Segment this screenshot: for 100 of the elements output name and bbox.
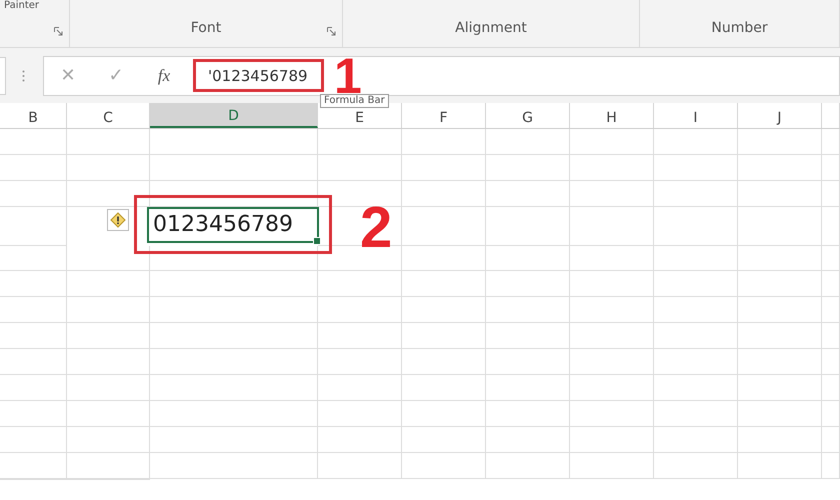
table-cell[interactable] <box>150 297 318 323</box>
table-cell[interactable] <box>654 427 738 453</box>
table-cell[interactable] <box>67 271 150 297</box>
dialog-launcher-icon[interactable] <box>54 27 63 36</box>
table-cell[interactable] <box>318 323 402 349</box>
table-cell[interactable] <box>150 427 318 453</box>
table-cell[interactable] <box>67 297 150 323</box>
column-header[interactable]: D <box>150 103 318 128</box>
table-cell[interactable] <box>150 129 318 155</box>
table-cell[interactable] <box>654 271 738 297</box>
table-cell[interactable] <box>570 181 654 207</box>
table-cell[interactable] <box>654 129 738 155</box>
table-cell[interactable] <box>486 271 570 297</box>
table-cell[interactable] <box>822 246 840 271</box>
table-cell[interactable] <box>318 401 402 427</box>
table-cell[interactable] <box>402 207 486 246</box>
table-cell[interactable] <box>67 246 150 271</box>
table-cell[interactable] <box>150 271 318 297</box>
table-cell[interactable] <box>150 453 318 479</box>
table-cell[interactable] <box>318 349 402 375</box>
table-cell[interactable] <box>486 246 570 271</box>
table-cell[interactable] <box>822 181 840 207</box>
table-cell[interactable] <box>67 453 150 479</box>
table-cell[interactable] <box>738 271 822 297</box>
table-cell[interactable] <box>654 297 738 323</box>
table-cell[interactable] <box>318 375 402 401</box>
table-cell[interactable] <box>654 207 738 246</box>
table-cell[interactable] <box>0 155 67 181</box>
insert-function-button[interactable]: fx <box>140 66 188 86</box>
dialog-launcher-icon[interactable] <box>327 27 336 36</box>
table-cell[interactable] <box>0 375 67 401</box>
table-cell[interactable] <box>67 181 150 207</box>
table-cell[interactable] <box>570 129 654 155</box>
table-cell[interactable] <box>150 155 318 181</box>
table-cell[interactable] <box>402 297 486 323</box>
table-cell[interactable] <box>402 155 486 181</box>
name-box[interactable] <box>0 56 6 94</box>
table-cell[interactable] <box>486 349 570 375</box>
table-cell[interactable] <box>738 181 822 207</box>
table-cell[interactable] <box>570 427 654 453</box>
table-cell[interactable] <box>822 207 840 246</box>
table-cell[interactable] <box>570 207 654 246</box>
table-cell[interactable] <box>318 181 402 207</box>
table-cell[interactable] <box>654 155 738 181</box>
table-cell[interactable] <box>822 129 840 155</box>
table-cell[interactable] <box>654 246 738 271</box>
table-cell[interactable] <box>402 129 486 155</box>
ribbon-command[interactable]: Painter <box>4 0 40 11</box>
table-cell[interactable] <box>822 401 840 427</box>
table-cell[interactable] <box>67 323 150 349</box>
active-cell[interactable]: 0123456789 <box>147 206 319 242</box>
table-cell[interactable] <box>654 401 738 427</box>
table-cell[interactable] <box>822 271 840 297</box>
table-cell[interactable] <box>67 129 150 155</box>
table-cell[interactable] <box>67 427 150 453</box>
column-header[interactable]: F <box>402 103 486 128</box>
table-cell[interactable] <box>486 427 570 453</box>
table-cell[interactable] <box>570 453 654 479</box>
table-cell[interactable] <box>570 323 654 349</box>
table-cell[interactable] <box>486 375 570 401</box>
table-cell[interactable] <box>822 375 840 401</box>
table-cell[interactable] <box>486 401 570 427</box>
column-header[interactable]: G <box>486 103 570 128</box>
table-cell[interactable] <box>486 181 570 207</box>
column-header[interactable]: B <box>0 103 67 128</box>
table-cell[interactable] <box>570 271 654 297</box>
table-cell[interactable] <box>486 155 570 181</box>
table-cell[interactable] <box>318 246 402 271</box>
table-cell[interactable] <box>0 401 67 427</box>
table-cell[interactable] <box>318 271 402 297</box>
column-header[interactable]: I <box>654 103 738 128</box>
table-cell[interactable] <box>738 297 822 323</box>
table-cell[interactable] <box>822 427 840 453</box>
table-cell[interactable] <box>150 401 318 427</box>
table-cell[interactable] <box>0 181 67 207</box>
table-cell[interactable] <box>822 349 840 375</box>
table-cell[interactable] <box>822 297 840 323</box>
warning-icon[interactable] <box>107 209 129 231</box>
table-cell[interactable] <box>570 246 654 271</box>
table-cell[interactable] <box>738 401 822 427</box>
table-cell[interactable] <box>654 453 738 479</box>
table-cell[interactable] <box>822 453 840 479</box>
table-cell[interactable] <box>654 375 738 401</box>
table-cell[interactable] <box>318 129 402 155</box>
table-cell[interactable] <box>402 246 486 271</box>
table-cell[interactable] <box>570 297 654 323</box>
table-cell[interactable] <box>67 401 150 427</box>
table-cell[interactable] <box>0 129 67 155</box>
formula-input[interactable]: '0123456789 <box>208 66 308 84</box>
table-cell[interactable] <box>738 453 822 479</box>
table-cell[interactable] <box>738 323 822 349</box>
table-cell[interactable] <box>402 427 486 453</box>
table-cell[interactable] <box>738 246 822 271</box>
table-cell[interactable] <box>738 207 822 246</box>
table-cell[interactable] <box>402 375 486 401</box>
table-cell[interactable] <box>0 427 67 453</box>
table-cell[interactable] <box>0 271 67 297</box>
table-cell[interactable] <box>486 129 570 155</box>
table-cell[interactable] <box>738 427 822 453</box>
table-cell[interactable] <box>402 453 486 479</box>
